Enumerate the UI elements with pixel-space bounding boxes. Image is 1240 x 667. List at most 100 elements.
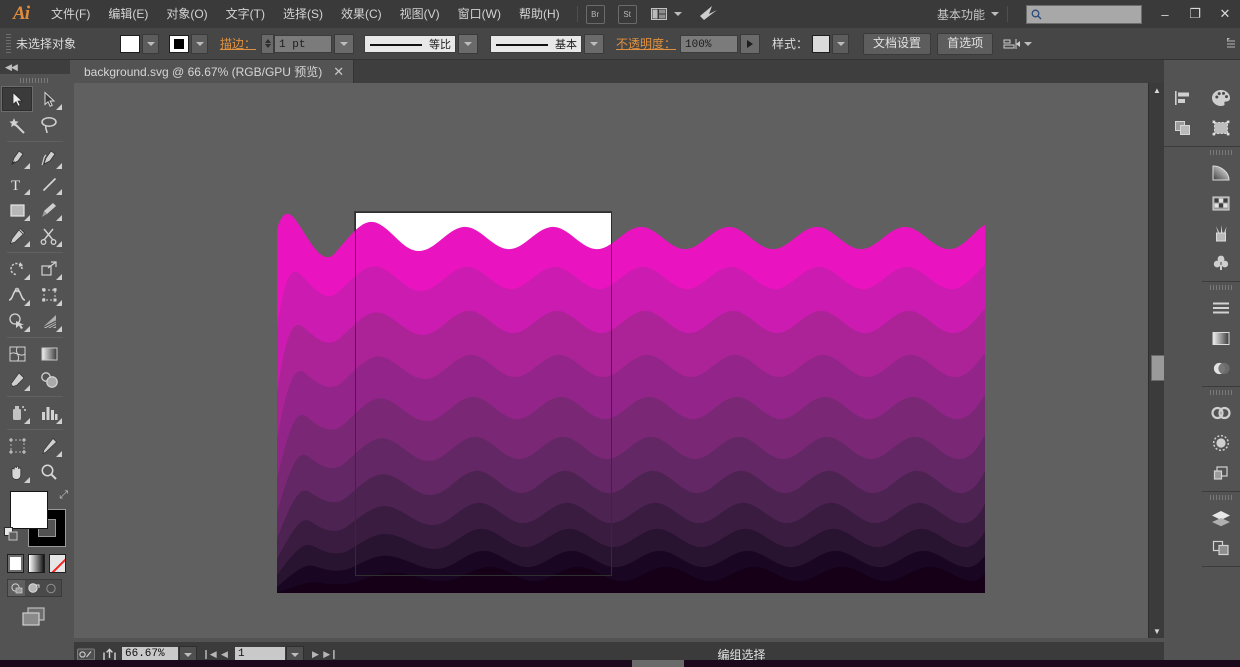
rotate-tool[interactable] [1,256,33,282]
gradient-mode-button[interactable] [28,554,45,573]
stroke-profile-dropdown[interactable] [458,34,478,54]
direct-selection-tool[interactable] [33,86,65,112]
stroke-profile-select[interactable]: 等比 [364,35,456,53]
line-segment-tool[interactable] [33,171,65,197]
menu-view[interactable]: 视图(V) [391,0,449,28]
stock-icon[interactable]: St [618,5,637,24]
brush-definition-dropdown[interactable] [584,34,604,54]
panel-gradient[interactable] [1202,158,1240,188]
control-bar-grip[interactable] [6,34,11,54]
panel-color[interactable] [1202,83,1240,113]
stroke-dropdown-button[interactable] [191,34,208,54]
menu-object[interactable]: 对象(O) [157,0,216,28]
scroll-up-button[interactable]: ▲ [1149,83,1165,97]
window-restore-button[interactable]: ❐ [1180,0,1210,28]
curvature-tool[interactable] [33,145,65,171]
arrange-documents-button[interactable] [650,6,682,22]
panel-graphic-styles[interactable] [1202,458,1240,488]
search-input[interactable] [1026,5,1142,24]
menu-type[interactable]: 文字(T) [217,0,274,28]
fill-color-box[interactable] [10,491,48,529]
panel-layers[interactable] [1202,503,1240,533]
workspace-switcher[interactable]: 基本功能 [937,6,999,23]
tools-panel-grip[interactable] [0,74,70,86]
dock-group-grip[interactable] [1202,147,1240,158]
slice-tool[interactable] [33,433,65,459]
draw-inside-button[interactable] [42,580,59,596]
menu-edit[interactable]: 编辑(E) [99,0,157,28]
cc-libraries-icon[interactable] [698,5,720,24]
panel-appearance[interactable] [1202,428,1240,458]
rectangle-tool[interactable] [1,197,33,223]
control-bar-menu[interactable] [1227,37,1236,51]
align-to-control[interactable] [1003,37,1032,51]
panel-gradient2[interactable] [1202,323,1240,353]
opacity-label[interactable]: 不透明度： [616,35,676,52]
scale-tool[interactable] [33,256,65,282]
shape-builder-tool[interactable] [1,308,33,334]
canvas-area[interactable] [74,83,1148,638]
draw-normal-button[interactable] [8,580,25,596]
opacity-input[interactable]: 100% [680,35,738,53]
double-left-arrow-icon[interactable]: ◀◀ [5,62,17,73]
menu-file[interactable]: 文件(F) [42,0,99,28]
menu-select[interactable]: 选择(S) [274,0,332,28]
fill-color-control[interactable] [120,34,159,54]
column-graph-tool[interactable] [33,400,65,426]
color-mode-button[interactable] [7,554,24,573]
stroke-weight-stepper[interactable] [261,34,274,54]
paintbrush-tool[interactable] [33,197,65,223]
pen-tool[interactable] [1,145,33,171]
menu-window[interactable]: 窗口(W) [449,0,510,28]
vertical-scrollbar-thumb[interactable] [1151,355,1165,381]
tools-panel-header[interactable]: ◀◀ [0,60,70,74]
dock-group-grip[interactable] [1202,492,1240,503]
swap-fill-stroke-icon[interactable]: ⤢ [59,489,68,502]
gradient-tool[interactable] [33,341,65,367]
bridge-icon[interactable]: Br [586,5,605,24]
stroke-label[interactable]: 描边： [220,35,256,52]
free-transform-tool[interactable] [33,282,65,308]
window-close-button[interactable]: ✕ [1210,0,1240,28]
perspective-grid-tool[interactable] [33,308,65,334]
brush-definition-select[interactable]: 基本 [490,35,582,53]
type-tool[interactable]: T [1,171,33,197]
scroll-down-button[interactable]: ▼ [1149,624,1165,638]
panel-color-guide[interactable] [1202,113,1240,143]
artwork-vector-graphic[interactable] [277,207,985,593]
draw-behind-button[interactable] [25,580,42,596]
panel-align[interactable] [1164,83,1202,113]
panel-brushes[interactable] [1202,218,1240,248]
stroke-color-control[interactable] [169,34,208,54]
graphic-style-swatch[interactable] [812,35,830,53]
window-minimize-button[interactable]: – [1150,0,1180,28]
symbol-sprayer-tool[interactable] [1,400,33,426]
stroke-weight-input[interactable]: 1 pt [274,35,332,53]
panel-stroke[interactable] [1202,293,1240,323]
preferences-button[interactable]: 首选项 [937,33,993,55]
vertical-scrollbar[interactable]: ▲ ▼ [1148,83,1165,638]
default-fill-stroke-icon[interactable] [4,527,19,542]
eyedropper-tool[interactable] [1,367,33,393]
panel-artboards[interactable] [1202,533,1240,563]
panel-transparency[interactable] [1202,353,1240,383]
fill-swatch[interactable] [120,35,140,53]
artboard-tool[interactable] [1,433,33,459]
document-setup-button[interactable]: 文档设置 [863,33,931,55]
panel-cc-libraries[interactable] [1202,398,1240,428]
opacity-flyout-button[interactable] [740,34,760,54]
change-screen-mode-button[interactable] [20,605,70,630]
panel-swatches[interactable] [1202,188,1240,218]
menu-effect[interactable]: 效果(C) [332,0,391,28]
width-tool[interactable] [1,282,33,308]
lasso-tool[interactable] [33,112,65,138]
panel-symbols[interactable] [1202,248,1240,278]
fill-dropdown-button[interactable] [142,34,159,54]
menu-help[interactable]: 帮助(H) [510,0,569,28]
none-mode-button[interactable] [49,554,66,573]
document-tab[interactable]: background.svg @ 66.67% (RGB/GPU 预览) ✕ [74,60,354,83]
dock-group-grip[interactable] [1202,387,1240,398]
pencil-tool[interactable] [1,223,33,249]
selection-tool[interactable] [1,86,33,112]
mesh-tool[interactable] [1,341,33,367]
